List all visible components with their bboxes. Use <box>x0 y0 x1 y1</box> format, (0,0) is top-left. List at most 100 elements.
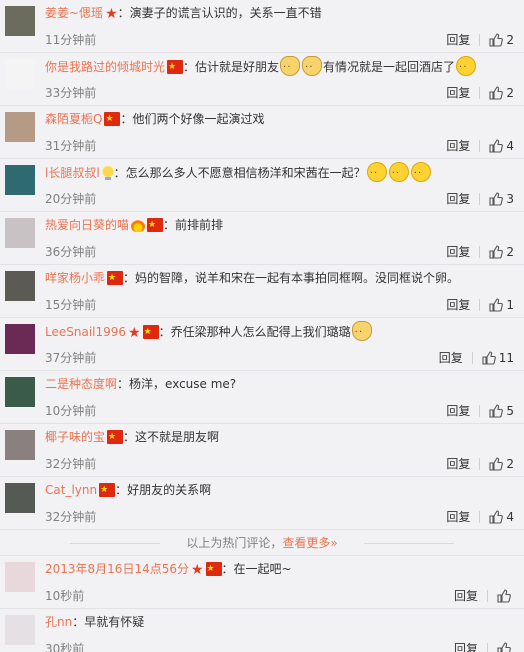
comment-username[interactable]: 姜姜~偲瑶 <box>45 6 103 20</box>
like-button[interactable]: 2 <box>489 86 514 100</box>
reply-button[interactable]: 回复 <box>446 192 470 206</box>
comment-username[interactable]: Cat_lynn <box>45 483 97 497</box>
reply-button[interactable]: 回复 <box>454 589 478 603</box>
reply-button[interactable]: 回复 <box>446 404 470 418</box>
china-flag-icon <box>107 427 124 447</box>
comment-item: 2013年8月16日14点56分★ ：在一起吧~ 10秒前 回复 <box>0 556 524 609</box>
avatar[interactable] <box>5 165 35 195</box>
member-star-icon: ★ <box>128 325 141 341</box>
like-count: 5 <box>506 404 514 418</box>
reply-button[interactable]: 回复 <box>446 245 470 259</box>
comment-username[interactable]: 你是我路过的倾城时光 <box>45 60 165 74</box>
comment-item: Cat_lynn ：好朋友的关系啊 32分钟前 回复 4 <box>0 477 524 530</box>
china-flag-icon <box>99 480 116 500</box>
avatar[interactable] <box>5 377 35 407</box>
action-divider <box>487 643 488 652</box>
comment-time: 30秒前 <box>45 642 85 652</box>
avatar[interactable] <box>5 112 35 142</box>
like-button[interactable]: 4 <box>489 510 514 524</box>
reply-button[interactable]: 回复 <box>446 298 470 312</box>
like-button[interactable]: 4 <box>489 139 514 153</box>
action-divider <box>479 87 481 99</box>
avatar[interactable] <box>5 6 35 36</box>
comment-username[interactable]: 咩家杨小乖 <box>45 271 105 285</box>
action-divider <box>471 352 473 364</box>
comment-username[interactable]: LeeSnail1996 <box>45 325 126 339</box>
comment-text: ：这不就是朋友啊 <box>123 430 220 444</box>
thumb-up-icon <box>482 351 496 365</box>
comment-text: ：怎么那么多人不愿意相信杨洋和宋茜在一起？ <box>113 166 366 180</box>
reply-button[interactable]: 回复 <box>446 457 470 471</box>
comment-item: 森陌夏栀Q ：他们两个好像一起演过戏 31分钟前 回复 4 <box>0 106 524 159</box>
comment-time: 10秒前 <box>45 589 85 603</box>
comment-username[interactable]: 2013年8月16日14点56分 <box>45 562 189 576</box>
more-bar-text: 以上为热门评论， <box>186 536 283 550</box>
comment-text: ：妈的智障，说羊和宋在一起有本事拍同框啊。没同框说个卵。 <box>123 271 460 285</box>
reply-button[interactable]: 回复 <box>446 33 470 47</box>
like-count: 1 <box>506 298 514 312</box>
reply-button[interactable]: 回复 <box>439 351 463 365</box>
avatar[interactable] <box>5 59 35 89</box>
reply-button[interactable]: 回复 <box>446 86 470 100</box>
like-count: 4 <box>506 510 514 524</box>
action-divider <box>479 246 481 258</box>
comment-time: 10分钟前 <box>45 404 97 418</box>
avatar[interactable] <box>5 271 35 301</box>
avatar[interactable] <box>5 430 35 460</box>
comment-time: 15分钟前 <box>45 298 97 312</box>
comment-username[interactable]: 孔nn <box>45 615 72 629</box>
reply-button[interactable]: 回复 <box>446 139 470 153</box>
like-button[interactable]: 5 <box>489 404 514 418</box>
like-button[interactable]: 3 <box>489 192 514 206</box>
reply-button[interactable]: 回复 <box>454 642 478 652</box>
avatar[interactable] <box>5 218 35 248</box>
action-divider <box>479 405 481 417</box>
face-emoji-icon <box>366 162 387 182</box>
like-button[interactable]: 11 <box>482 351 514 365</box>
laugh-emoji-icon <box>456 56 477 76</box>
thumb-up-icon <box>489 192 504 206</box>
comment-text: ：前排前排 <box>163 218 224 232</box>
avatar[interactable] <box>5 615 35 645</box>
like-count: 2 <box>506 33 514 47</box>
comment-username[interactable]: l长腿叔叔l <box>45 166 100 180</box>
action-divider <box>487 590 488 602</box>
action-divider <box>479 34 481 46</box>
like-button[interactable]: 1 <box>489 298 514 312</box>
avatar[interactable] <box>5 562 35 592</box>
like-button[interactable]: 2 <box>489 33 514 47</box>
china-flag-icon <box>147 215 164 235</box>
thumb-up-icon <box>497 642 511 652</box>
like-count: 2 <box>506 245 514 259</box>
action-divider <box>479 458 481 470</box>
comment-username[interactable]: 森陌夏栀Q <box>45 112 102 126</box>
china-flag-icon <box>142 322 159 341</box>
comment-username[interactable]: 二是种态度啊 <box>45 377 117 391</box>
comment-time: 36分钟前 <box>45 245 97 259</box>
like-count: 2 <box>506 86 514 100</box>
avatar[interactable] <box>5 483 35 513</box>
comment-text-continued: 有情况就是一起回酒店了 <box>323 60 456 74</box>
comment-time: 32分钟前 <box>45 510 97 524</box>
reply-button[interactable]: 回复 <box>446 510 470 524</box>
comment-time: 33分钟前 <box>45 86 97 100</box>
comment-username[interactable]: 热爱向日葵的喵 <box>45 218 129 232</box>
like-button[interactable] <box>497 642 514 652</box>
comment-item: 孔nn：早就有怀疑 30秒前 回复 <box>0 609 524 652</box>
comment-username[interactable]: 椰子味的宝 <box>45 430 105 444</box>
action-divider <box>479 193 481 205</box>
like-button[interactable]: 2 <box>489 245 514 259</box>
dog-emoji-icon <box>351 321 372 341</box>
comment-item: 姜姜~偲瑶 ★：演妻子的谎言认识的，关系一直不错 11分钟前 回复 2 <box>0 0 524 53</box>
like-button[interactable]: 2 <box>489 457 514 471</box>
view-more-link[interactable]: 查看更多» <box>282 536 337 550</box>
member-star-icon: ★ <box>190 562 204 578</box>
comment-item: 二是种态度啊：杨洋，excuse me? 10分钟前 回复 5 <box>0 371 524 424</box>
thumb-up-icon <box>489 298 504 312</box>
avatar[interactable] <box>5 324 35 354</box>
like-button[interactable] <box>497 589 514 603</box>
action-divider <box>479 511 481 523</box>
comment-time: 37分钟前 <box>45 351 97 365</box>
china-flag-icon <box>205 559 222 579</box>
thumb-up-icon <box>489 404 504 418</box>
